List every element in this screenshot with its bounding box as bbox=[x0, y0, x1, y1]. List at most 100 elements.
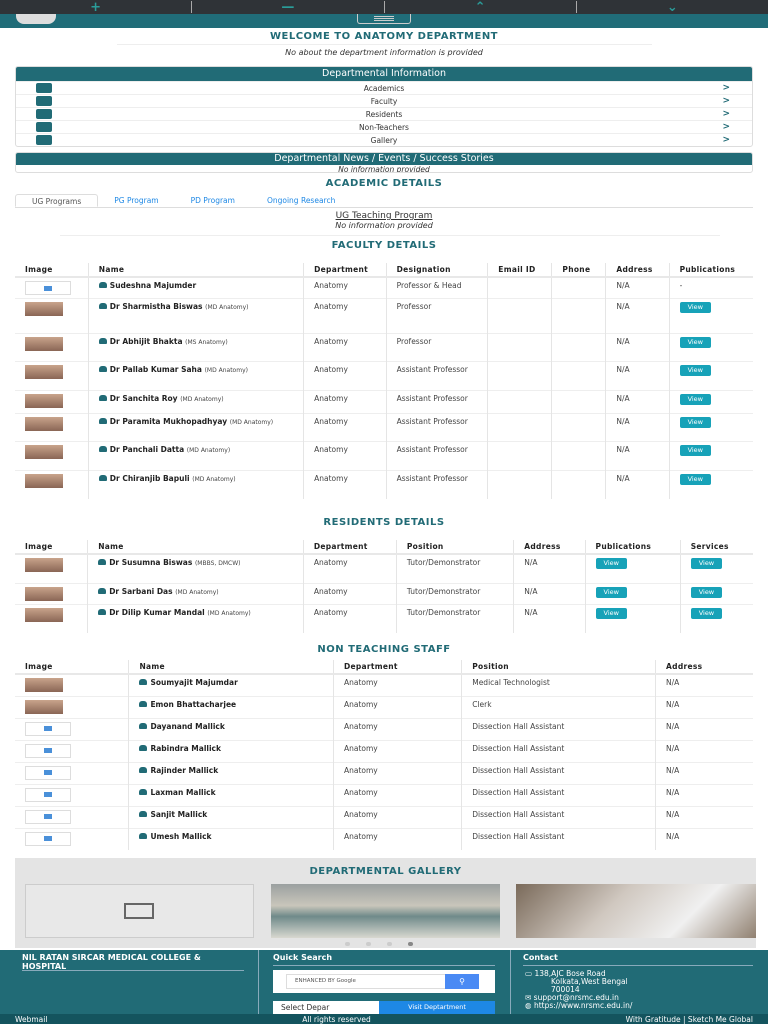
zoom-in-button[interactable]: + bbox=[0, 0, 193, 15]
position: Medical Technologist bbox=[461, 673, 657, 696]
name-cell: Rabindra Mallick bbox=[128, 739, 334, 762]
visit-department-button[interactable]: Visit Deptartment bbox=[379, 1001, 495, 1014]
tab-ug-programs[interactable]: UG Programs bbox=[15, 194, 99, 207]
image-cell bbox=[15, 298, 89, 334]
address: N/A bbox=[655, 695, 753, 718]
column-header: Image bbox=[15, 540, 89, 555]
college-logo[interactable] bbox=[16, 14, 56, 24]
services-view-button[interactable]: View bbox=[690, 586, 723, 598]
zoom-out-button[interactable]: — bbox=[192, 0, 385, 15]
person-name: Sudeshna Majumder bbox=[109, 281, 197, 290]
publications-view-button[interactable]: View bbox=[679, 337, 711, 348]
info-row-residents[interactable]: Residents > bbox=[16, 107, 752, 120]
column-header: Name bbox=[128, 660, 334, 675]
designation: Professor & Head bbox=[386, 276, 489, 299]
tab-pd-program[interactable]: PD Program bbox=[175, 194, 251, 207]
graduation-cap-icon bbox=[36, 83, 52, 93]
webmail-link[interactable]: Webmail bbox=[15, 1014, 47, 1024]
qualification: (MBBS, DMCW) bbox=[194, 560, 241, 567]
publications-view-button[interactable]: View bbox=[595, 586, 627, 598]
tab-ongoing-research[interactable]: Ongoing Research bbox=[251, 194, 351, 207]
google-search-box: ENHANCED BY Google ⚲ bbox=[273, 970, 495, 993]
person-icon bbox=[139, 700, 148, 707]
person-icon bbox=[139, 744, 148, 751]
position: Tutor/Demonstrator bbox=[396, 553, 515, 583]
person-name: Dr Chiranjib Bapuli bbox=[109, 474, 190, 483]
academic-title: ACADEMIC DETAILS bbox=[325, 178, 443, 189]
column-header: Publications bbox=[585, 540, 681, 555]
department: Anatomy bbox=[303, 298, 387, 334]
info-row-label: Faculty bbox=[370, 97, 398, 106]
info-row-non-teachers[interactable]: Non-Teachers > bbox=[16, 120, 752, 133]
info-row-academics[interactable]: Academics > bbox=[16, 81, 752, 94]
name-cell: Dr Susumna Biswas (MBBS, DMCW) bbox=[87, 553, 304, 583]
gallery-image-dissection-hall[interactable] bbox=[271, 884, 500, 938]
scroll-up-button[interactable]: ⌃ bbox=[385, 0, 577, 15]
address: N/A bbox=[655, 827, 753, 850]
search-icon[interactable]: ⚲ bbox=[445, 974, 479, 989]
position: Dissection Hall Assistant bbox=[461, 783, 657, 806]
phone bbox=[551, 276, 607, 299]
qualification: (MD Anatomy) bbox=[192, 476, 236, 483]
image-cell bbox=[15, 361, 89, 391]
services-view-button[interactable]: View bbox=[690, 558, 723, 569]
broken-image-icon bbox=[25, 721, 71, 736]
address: N/A bbox=[513, 603, 586, 633]
publications-view-button[interactable]: View bbox=[679, 474, 711, 485]
publications-view-button[interactable]: View bbox=[679, 302, 711, 313]
info-row-label: Non-Teachers bbox=[359, 123, 409, 132]
column-header: Department bbox=[303, 263, 387, 278]
publications-cell: - bbox=[669, 276, 753, 299]
carousel-dot[interactable] bbox=[387, 942, 392, 946]
table-row: Soumyajit Majumdar Anatomy Medical Technol… bbox=[15, 673, 753, 696]
address: N/A bbox=[655, 761, 753, 784]
publications-view-button[interactable]: View bbox=[595, 558, 627, 569]
residents-title: RESIDENTS DETAILS bbox=[323, 517, 445, 528]
image-cell bbox=[15, 761, 130, 784]
staff-photo bbox=[25, 607, 63, 622]
services-view-button[interactable]: View bbox=[690, 607, 723, 619]
publications-view-button[interactable]: View bbox=[595, 607, 627, 619]
department-select[interactable]: Select Depar bbox=[273, 1001, 379, 1014]
scroll-down-button[interactable]: ⌄ bbox=[577, 0, 768, 15]
person-name: Dr Sarbani Das bbox=[109, 586, 173, 596]
info-row-gallery[interactable]: Gallery > bbox=[16, 133, 752, 146]
broken-image-icon bbox=[25, 809, 71, 824]
staff-photo bbox=[25, 699, 63, 714]
tab-pg-program[interactable]: PG Program bbox=[98, 194, 174, 207]
publications-cell: View bbox=[669, 333, 753, 362]
column-header: Address bbox=[605, 263, 670, 278]
globe-icon: ◍ bbox=[525, 1001, 534, 1010]
gallery-image-students[interactable] bbox=[516, 884, 756, 938]
publications-view-button[interactable]: View bbox=[679, 365, 711, 376]
department: Anatomy bbox=[303, 441, 387, 471]
department: Anatomy bbox=[303, 276, 387, 299]
chevron-right-icon[interactable]: > bbox=[722, 134, 730, 146]
publications-view-button[interactable]: View bbox=[679, 417, 711, 428]
hamburger-menu-button[interactable] bbox=[357, 14, 411, 24]
department: Anatomy bbox=[333, 805, 463, 828]
credits-link[interactable]: With Gratitude | Sketch Me Global bbox=[626, 1014, 753, 1024]
user-plus-icon bbox=[36, 122, 52, 132]
contact-website[interactable]: https://www.nrsmc.edu.in/ bbox=[534, 1001, 632, 1010]
column-header: Image bbox=[15, 660, 130, 675]
staff-photo bbox=[25, 678, 63, 692]
publications-view-button[interactable]: View bbox=[679, 394, 711, 405]
designation: Assistant Professor bbox=[386, 413, 489, 442]
site-header bbox=[0, 14, 768, 28]
info-row-faculty[interactable]: Faculty > bbox=[16, 94, 752, 107]
carousel-dot[interactable] bbox=[366, 942, 371, 946]
designation: Assistant Professor bbox=[386, 361, 489, 391]
gallery-image-broken[interactable] bbox=[25, 884, 254, 938]
publications-view-button[interactable]: View bbox=[679, 445, 711, 456]
qualification: (MD Anatomy) bbox=[175, 588, 219, 596]
address: N/A bbox=[605, 413, 670, 442]
carousel-dot-active[interactable] bbox=[408, 942, 413, 946]
address: N/A bbox=[605, 333, 670, 362]
carousel-dot[interactable] bbox=[345, 942, 350, 946]
email bbox=[487, 413, 553, 442]
table-row: Rajinder Mallick Anatomy Dissection Hall A… bbox=[15, 761, 753, 784]
department: Anatomy bbox=[333, 695, 463, 718]
designation: Professor bbox=[386, 333, 489, 362]
person-icon bbox=[139, 810, 148, 817]
